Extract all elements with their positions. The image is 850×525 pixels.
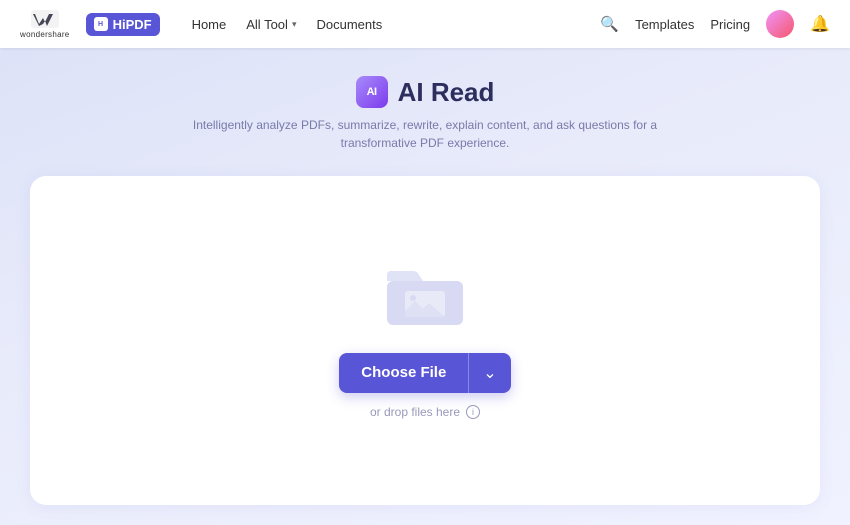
main-content: AI AI Read Intelligently analyze PDFs, s… (0, 48, 850, 525)
hipdf-label: HiPDF (113, 17, 152, 32)
nav-templates[interactable]: Templates (635, 17, 694, 32)
ai-badge-icon: AI (356, 76, 388, 108)
hipdf-icon: H (94, 17, 108, 31)
navbar-right: 🔍 Templates Pricing 🔔 (600, 10, 830, 38)
nav-documents[interactable]: Documents (308, 13, 390, 36)
nav-documents-label: Documents (316, 17, 382, 32)
folder-icon (385, 263, 465, 328)
folder-icon-wrap (385, 263, 465, 333)
nav-home-label: Home (192, 17, 227, 32)
wondershare-text: wondershare (20, 30, 70, 39)
choose-file-button[interactable]: Choose File ⌄ (339, 353, 510, 393)
drop-text: or drop files here (370, 405, 460, 419)
page-title-area: AI AI Read Intelligently analyze PDFs, s… (165, 76, 685, 152)
wondershare-logo[interactable]: wondershare (20, 10, 70, 39)
ai-badge-label: AI (367, 86, 377, 98)
chevron-down-icon[interactable]: ⌄ (469, 353, 510, 393)
navbar-left: wondershare H HiPDF Home All Tool ▾ Docu… (20, 10, 390, 39)
avatar[interactable] (766, 10, 794, 38)
search-icon[interactable]: 🔍 (600, 15, 619, 33)
info-icon[interactable]: i (466, 405, 480, 419)
nav-all-tool[interactable]: All Tool ▾ (238, 13, 304, 36)
navbar: wondershare H HiPDF Home All Tool ▾ Docu… (0, 0, 850, 48)
choose-file-label: Choose File (339, 354, 468, 391)
nav-all-tool-label: All Tool (246, 17, 288, 32)
drop-text-row: or drop files here i (370, 405, 480, 419)
nav-links: Home All Tool ▾ Documents (184, 13, 391, 36)
page-title-row: AI AI Read (356, 76, 495, 108)
page-subtitle: Intelligently analyze PDFs, summarize, r… (165, 116, 685, 152)
hipdf-badge[interactable]: H HiPDF (86, 13, 160, 36)
upload-card: Choose File ⌄ or drop files here i (30, 176, 820, 505)
page-title: AI Read (398, 77, 495, 108)
nav-pricing[interactable]: Pricing (710, 17, 750, 32)
nav-home[interactable]: Home (184, 13, 235, 36)
chevron-down-icon: ▾ (292, 19, 297, 30)
bell-icon[interactable]: 🔔 (810, 14, 830, 34)
